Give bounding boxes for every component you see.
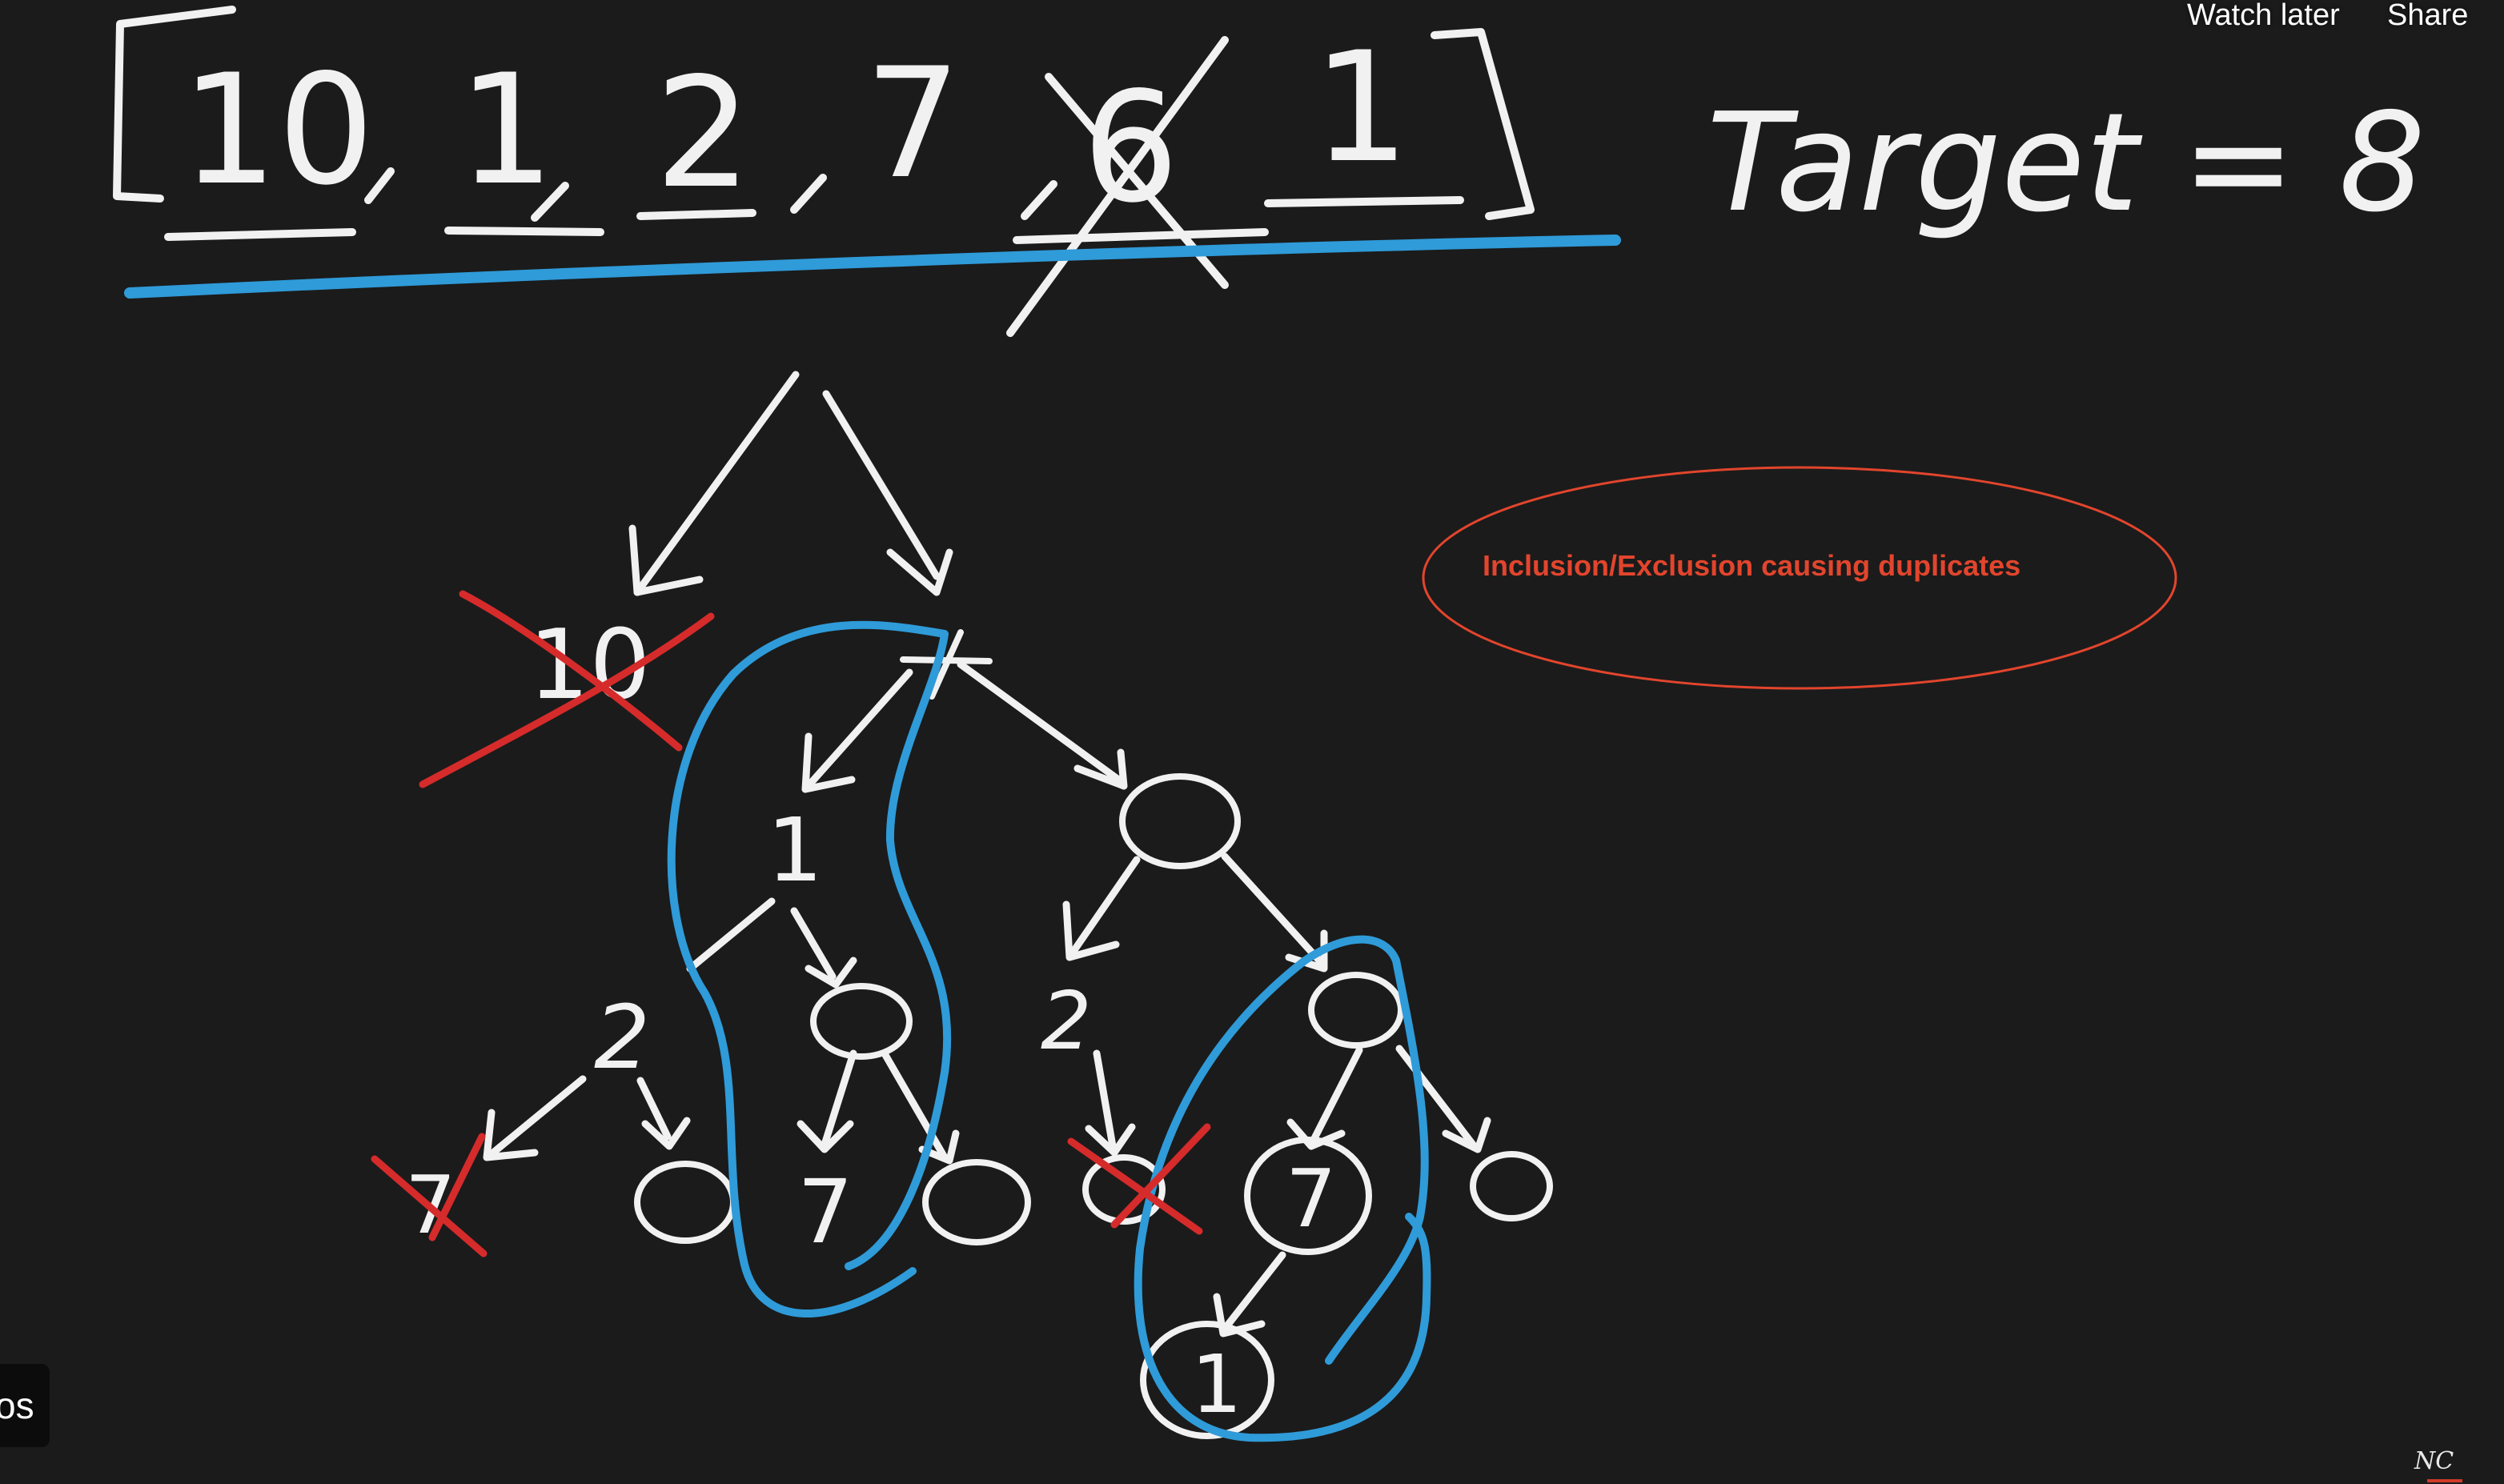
side-chip[interactable]: os bbox=[0, 1364, 50, 1447]
underline-1b bbox=[1264, 196, 1464, 207]
edge-e-left bbox=[1069, 856, 1141, 957]
array-item-7: 7 bbox=[865, 35, 961, 212]
node-empty-3 bbox=[1308, 972, 1404, 1049]
edge-2l-left bbox=[489, 1075, 587, 1157]
underline-10 bbox=[164, 228, 356, 241]
edge-e-right bbox=[1221, 852, 1323, 965]
edge-root-right bbox=[822, 390, 941, 580]
edge-7-left bbox=[801, 668, 913, 793]
edge-1-right bbox=[790, 907, 837, 981]
annotation-label: Inclusion/Exclusion causing duplicates bbox=[1483, 549, 2021, 582]
leaf-empty-3 bbox=[1470, 1151, 1553, 1221]
share-button[interactable]: Share bbox=[2387, 0, 2468, 33]
edge-root-left bbox=[633, 371, 800, 596]
edge-7-right bbox=[957, 660, 1125, 785]
leaf-7: 7 bbox=[797, 1161, 853, 1263]
edge-2r-down bbox=[1093, 1049, 1117, 1150]
node-empty-2 bbox=[810, 983, 913, 1060]
edge-e3-right bbox=[1395, 1045, 1477, 1149]
comma-3 bbox=[790, 174, 827, 214]
edge-1-left bbox=[686, 897, 776, 973]
whiteboard-canvas: 10 1 2 7 6 1 Target = 8 10 1 2 2 7 7 7 1 bbox=[113, 6, 2426, 1442]
blue-loop-right bbox=[1134, 935, 1431, 1442]
array-item-2: 2 bbox=[655, 45, 752, 222]
right-bracket bbox=[1431, 28, 1535, 220]
leaf-empty-1 bbox=[634, 1161, 736, 1244]
comma-4 bbox=[1021, 180, 1057, 220]
target-label: Target = 8 bbox=[1707, 84, 2426, 243]
red-cross-leaf-b bbox=[1110, 1123, 1211, 1229]
node-1b: 1 bbox=[1191, 1338, 1242, 1431]
array-item-1b: 1 bbox=[1313, 19, 1410, 196]
arrowhead-root-right bbox=[886, 548, 953, 596]
node-2-left: 2 bbox=[594, 986, 650, 1089]
channel-watermark: NC bbox=[2414, 1447, 2454, 1475]
node-1: 1 bbox=[767, 799, 823, 901]
watch-later-button[interactable]: Watch later bbox=[2187, 0, 2340, 33]
array-item-6: 6 bbox=[1082, 59, 1179, 236]
leaf-empty-2 bbox=[922, 1159, 1031, 1245]
array-item-1: 1 bbox=[458, 42, 555, 219]
edge-7b-down bbox=[1221, 1251, 1286, 1333]
array-item-10: 10 bbox=[181, 42, 375, 219]
edge-e3-left bbox=[1309, 1046, 1363, 1145]
node-2-right: 2 bbox=[1041, 974, 1092, 1068]
node-empty-1 bbox=[1119, 773, 1241, 869]
blue-underline bbox=[124, 235, 1621, 299]
underline-1 bbox=[444, 227, 604, 236]
node-7b: 7 bbox=[1286, 1152, 1337, 1245]
watermark-underline bbox=[2427, 1479, 2462, 1482]
